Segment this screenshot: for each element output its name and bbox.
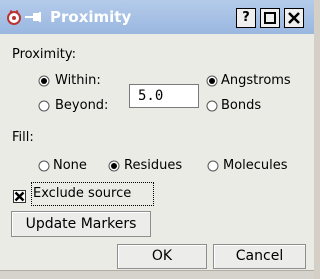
angstroms-label[interactable]: Angstroms [221, 73, 291, 89]
update-markers-button[interactable]: Update Markers [11, 211, 151, 237]
proximity-dialog: Proximity ? Proximity: Within: Beyond: 5… [0, 0, 314, 279]
beyond-radio[interactable] [38, 100, 50, 112]
fill-section-label: Fill: [12, 130, 34, 145]
fill-none-label[interactable]: None [53, 158, 87, 174]
distance-input[interactable]: 5.0 [129, 84, 199, 108]
app-icon [7, 10, 21, 25]
help-button[interactable]: ? [236, 8, 256, 28]
ok-button[interactable]: OK [117, 244, 207, 269]
bonds-label[interactable]: Bonds [221, 98, 261, 114]
exclude-source-label[interactable]: Exclude source [33, 186, 131, 202]
within-label[interactable]: Within: [55, 73, 101, 89]
pin-icon[interactable] [24, 10, 44, 24]
fill-residues-radio[interactable] [108, 160, 120, 172]
maximize-icon [264, 12, 276, 24]
fill-residues-label[interactable]: Residues [124, 158, 182, 174]
fill-none-radio[interactable] [38, 160, 50, 172]
bonds-radio[interactable] [206, 100, 218, 112]
window-title: Proximity [50, 8, 132, 26]
maximize-button[interactable] [260, 8, 280, 28]
cancel-button[interactable]: Cancel [213, 244, 306, 269]
beyond-label[interactable]: Beyond: [55, 98, 108, 114]
close-icon [288, 12, 300, 24]
fill-molecules-label[interactable]: Molecules [223, 158, 288, 174]
within-radio[interactable] [38, 75, 50, 87]
exclude-source-checkbox[interactable] [13, 190, 26, 203]
fill-molecules-radio[interactable] [207, 160, 219, 172]
close-button[interactable] [284, 8, 304, 28]
title-bar[interactable]: Proximity ? [0, 0, 314, 34]
angstroms-radio[interactable] [206, 75, 218, 87]
proximity-section-label: Proximity: [12, 47, 77, 62]
